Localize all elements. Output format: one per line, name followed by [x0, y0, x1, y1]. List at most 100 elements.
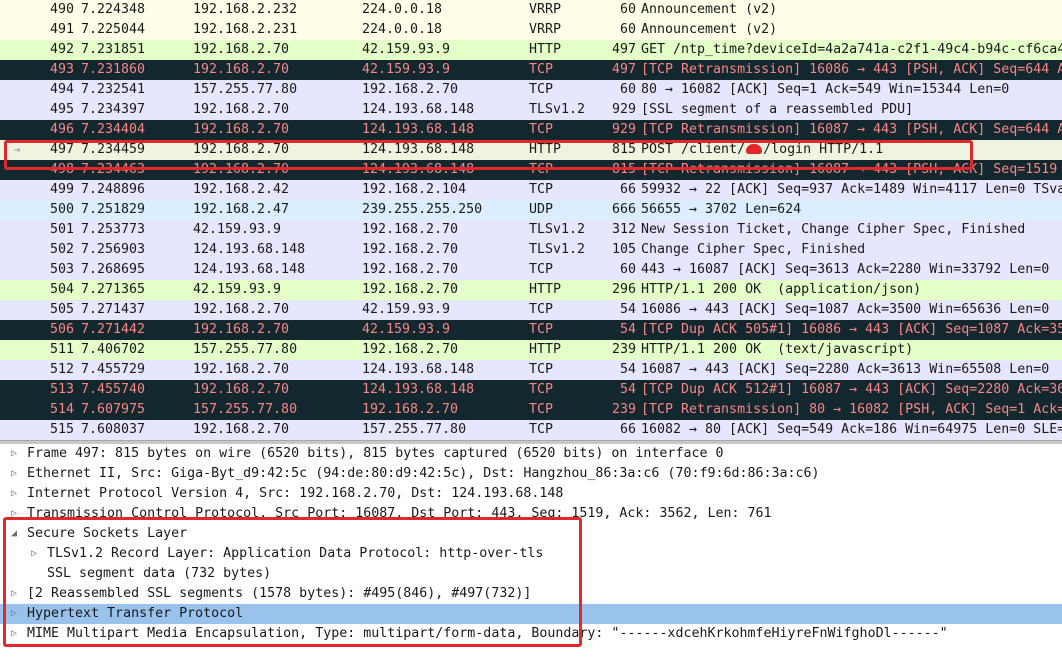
packet-number: 514: [49, 402, 74, 417]
packet-source: 124.193.68.148: [193, 262, 306, 277]
collapsed-arrow-icon[interactable]: ▷: [8, 464, 20, 484]
packet-info: 16086 → 443 [ACK] Seq=1087 Ack=3500 Win=…: [641, 302, 1050, 317]
packet-info: 56655 → 3702 Len=624: [641, 202, 802, 217]
packet-row[interactable]: 491 7.225044 192.168.2.231 224.0.0.18 VRRP 60…: [0, 20, 1062, 40]
packet-row[interactable]: 497 7.234459 192.168.2.70 124.193.68.148 HTT…: [0, 140, 1062, 160]
packet-row[interactable]: 514 7.607975 157.255.77.80 192.168.2.70 TCP 2…: [0, 400, 1062, 420]
packet-row[interactable]: 502 7.256903 124.193.68.148 192.168.2.70 TLS…: [0, 240, 1062, 260]
packet-row[interactable]: 490 7.224348 192.168.2.232 224.0.0.18 VRRP 60…: [0, 0, 1062, 20]
packet-row[interactable]: 515 7.608037 192.168.2.70 157.255.77.80 TCP 6…: [0, 420, 1062, 440]
packet-row[interactable]: 494 7.232541 157.255.77.80 192.168.2.70 TCP 6…: [0, 80, 1062, 100]
packet-protocol: HTTP: [529, 142, 562, 157]
detail-tree-item[interactable]: ▷ TLSv1.2 Record Layer: Application Data …: [0, 544, 1062, 564]
packet-info: Announcement (v2): [641, 22, 778, 37]
packet-source: 42.159.93.9: [193, 282, 282, 297]
packet-number: 501: [49, 222, 74, 237]
detail-tree-item[interactable]: SSL segment data (732 bytes): [0, 564, 1062, 584]
packet-number: 495: [49, 102, 74, 117]
packet-info: GET /ntp_time?deviceId=4a2a741a-c2f1-49c…: [641, 42, 1062, 57]
packet-row[interactable]: 505 7.271437 192.168.2.70 42.159.93.9 TCP 54 1…: [0, 300, 1062, 320]
packet-row[interactable]: 495 7.234397 192.168.2.70 124.193.68.148 TLS…: [0, 100, 1062, 120]
packet-length: 929: [611, 102, 636, 117]
packet-row[interactable]: 493 7.231860 192.168.2.70 42.159.93.9 TCP 497…: [0, 60, 1062, 80]
collapsed-arrow-icon[interactable]: ▷: [8, 604, 20, 624]
packet-info: [TCP Retransmission] 16087 → 443 [PSH, A…: [641, 162, 1058, 177]
collapsed-arrow-icon[interactable]: ▷: [28, 544, 40, 564]
packet-destination: 192.168.2.70: [362, 242, 459, 257]
packet-details-tree[interactable]: ▷ Frame 497: 815 bytes on wire (6520 bits…: [0, 444, 1062, 670]
packet-time: 7.271365: [81, 282, 146, 297]
detail-tree-item[interactable]: ▷ Internet Protocol Version 4, Src: 192.1…: [0, 484, 1062, 504]
packet-length: 66: [619, 422, 636, 437]
packet-length: 105: [611, 242, 636, 257]
packet-source: 124.193.68.148: [193, 242, 306, 257]
packet-time: 7.224348: [81, 2, 146, 17]
packet-row[interactable]: 492 7.231851 192.168.2.70 42.159.93.9 HTTP 49…: [0, 40, 1062, 60]
packet-source: 157.255.77.80: [193, 402, 298, 417]
packet-info: 16087 → 443 [ACK] Seq=2280 Ack=3613 Win=…: [641, 362, 1050, 377]
packet-info: [TCP Retransmission] 80 → 16082 [PSH, AC…: [641, 402, 1062, 417]
packet-row[interactable]: 513 7.455740 192.168.2.70 124.193.68.148 TCP…: [0, 380, 1062, 400]
packet-source: 42.159.93.9: [193, 222, 282, 237]
packet-length: 497: [611, 42, 636, 57]
packet-row[interactable]: 496 7.234404 192.168.2.70 124.193.68.148 TCP…: [0, 120, 1062, 140]
packet-row[interactable]: 512 7.455729 192.168.2.70 124.193.68.148 TCP…: [0, 360, 1062, 380]
collapsed-arrow-icon[interactable]: ▷: [8, 504, 20, 524]
packet-destination: 42.159.93.9: [362, 302, 451, 317]
expanded-arrow-icon[interactable]: ◢: [8, 524, 20, 544]
detail-tree-item[interactable]: ▷ Frame 497: 815 bytes on wire (6520 bits…: [0, 444, 1062, 464]
packet-number: 500: [49, 202, 74, 217]
detail-tree-item[interactable]: ▷ MIME Multipart Media Encapsulation, Typ…: [0, 624, 1062, 644]
detail-tree-label: Hypertext Transfer Protocol: [27, 606, 244, 621]
packet-destination: 192.168.2.70: [362, 402, 459, 417]
packet-source: 192.168.2.231: [193, 22, 298, 37]
packet-row[interactable]: 498 7.234463 192.168.2.70 124.193.68.148 TCP…: [0, 160, 1062, 180]
packet-number: 503: [49, 262, 74, 277]
packet-length: 60: [619, 82, 636, 97]
packet-protocol: VRRP: [529, 2, 562, 17]
packet-length: 815: [611, 162, 636, 177]
packet-number: 511: [49, 342, 74, 357]
packet-info: 443 → 16087 [ACK] Seq=3613 Ack=2280 Win=…: [641, 262, 1050, 277]
packet-protocol: TCP: [529, 422, 554, 437]
collapsed-arrow-icon[interactable]: ▷: [8, 484, 20, 504]
packet-protocol: HTTP: [529, 282, 562, 297]
detail-tree-item[interactable]: ▷ Ethernet II, Src: Giga-Byt_d9:42:5c (94…: [0, 464, 1062, 484]
detail-tree-label: SSL segment data (732 bytes): [47, 566, 272, 581]
packet-protocol: TCP: [529, 262, 554, 277]
packet-time: 7.406702: [81, 342, 146, 357]
packet-number: 504: [49, 282, 74, 297]
packet-source: 192.168.2.70: [193, 142, 290, 157]
packet-destination: 124.193.68.148: [362, 142, 475, 157]
packet-info: Announcement (v2): [641, 2, 778, 17]
packet-protocol: TCP: [529, 322, 554, 337]
packet-row[interactable]: 501 7.253773 42.159.93.9 192.168.2.70 TLSv1.…: [0, 220, 1062, 240]
related-packet-arrow-icon: →: [13, 143, 21, 156]
packet-time: 7.271442: [81, 322, 146, 337]
detail-tree-item[interactable]: ▷ Hypertext Transfer Protocol: [0, 604, 1062, 624]
packet-time: 7.234397: [81, 102, 146, 117]
packet-protocol: TCP: [529, 82, 554, 97]
packet-info: HTTP/1.1 200 OK (application/json): [641, 282, 922, 297]
packet-time: 7.271437: [81, 302, 146, 317]
detail-tree-item[interactable]: ▷ [2 Reassembled SSL segments (1578 bytes…: [0, 584, 1062, 604]
packet-row[interactable]: 506 7.271442 192.168.2.70 42.159.93.9 TCP 54 […: [0, 320, 1062, 340]
packet-row[interactable]: 500 7.251829 192.168.2.47 239.255.255.250 UD…: [0, 200, 1062, 220]
detail-tree-item[interactable]: ▷ Transmission Control Protocol, Src Port…: [0, 504, 1062, 524]
packet-row[interactable]: 504 7.271365 42.159.93.9 192.168.2.70 HTTP 29…: [0, 280, 1062, 300]
packet-number: 499: [49, 182, 74, 197]
packet-row[interactable]: 499 7.248896 192.168.2.42 192.168.2.104 TCP 6…: [0, 180, 1062, 200]
detail-tree-item[interactable]: ◢ Secure Sockets Layer: [0, 524, 1062, 544]
packet-number: 494: [49, 82, 74, 97]
packet-info: HTTP/1.1 200 OK (text/javascript): [641, 342, 914, 357]
collapsed-arrow-icon[interactable]: ▷: [8, 624, 20, 644]
packet-row[interactable]: 511 7.406702 157.255.77.80 192.168.2.70 HTTP…: [0, 340, 1062, 360]
packet-time: 7.253773: [81, 222, 146, 237]
packet-source: 192.168.2.70: [193, 162, 290, 177]
collapsed-arrow-icon[interactable]: ▷: [8, 584, 20, 604]
packet-row[interactable]: 503 7.268695 124.193.68.148 192.168.2.70 TCP…: [0, 260, 1062, 280]
packet-length: 54: [619, 302, 636, 317]
packet-list[interactable]: 490 7.224348 192.168.2.232 224.0.0.18 VRRP 60…: [0, 0, 1062, 440]
packet-number: 490: [49, 2, 74, 17]
collapsed-arrow-icon[interactable]: ▷: [8, 444, 20, 464]
